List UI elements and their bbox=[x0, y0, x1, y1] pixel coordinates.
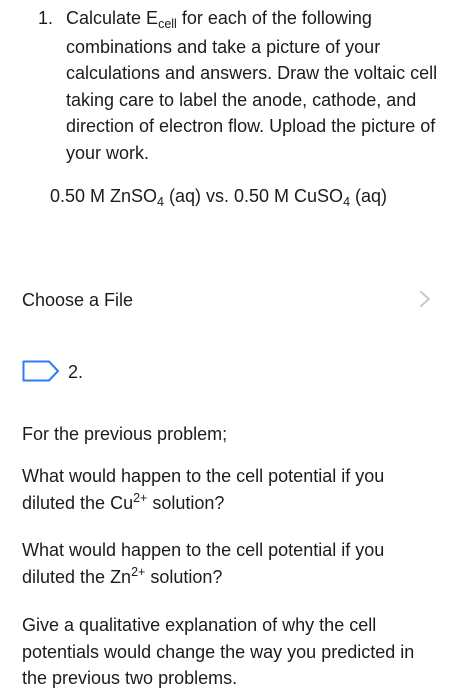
question-2-number: 2. bbox=[68, 362, 84, 382]
question-1-text-rest: for each of the following combinations a… bbox=[66, 8, 438, 163]
question-2-part-2: What would happen to the cell potential … bbox=[22, 537, 442, 592]
choose-file-button[interactable]: Choose a File bbox=[22, 287, 133, 313]
formula-part-2: (aq) vs. 0.50 M CuSO bbox=[164, 186, 344, 206]
flag-icon[interactable] bbox=[22, 360, 60, 382]
formula-subscript-2: 4 bbox=[343, 195, 351, 209]
question-2-part-3: Give a qualitative explanation of why th… bbox=[22, 615, 415, 688]
part-1-text-end: solution? bbox=[147, 492, 225, 513]
cu-charge-superscript: 2+ bbox=[133, 490, 148, 505]
question-1-text-start: Calculate E bbox=[66, 8, 159, 28]
cell-combination-formula: 0.50 M ZnSO4 (aq) vs. 0.50 M CuSO4 (aq) bbox=[50, 183, 387, 211]
question-2-intro: For the previous problem; bbox=[22, 424, 228, 444]
formula-part-3: (aq) bbox=[350, 186, 388, 206]
formula-part-1: 0.50 M ZnSO bbox=[50, 186, 158, 206]
ecell-subscript: cell bbox=[158, 17, 177, 31]
zn-charge-superscript: 2+ bbox=[131, 564, 146, 579]
question-1-number: 1. bbox=[38, 8, 54, 28]
formula-subscript-1: 4 bbox=[157, 195, 164, 209]
question-1-text: Calculate Ecell for each of the followin… bbox=[66, 5, 446, 166]
part-2-text-end: solution? bbox=[145, 566, 223, 587]
question-2-part-1: What would happen to the cell potential … bbox=[22, 463, 442, 518]
chevron-right-icon[interactable] bbox=[418, 287, 432, 311]
